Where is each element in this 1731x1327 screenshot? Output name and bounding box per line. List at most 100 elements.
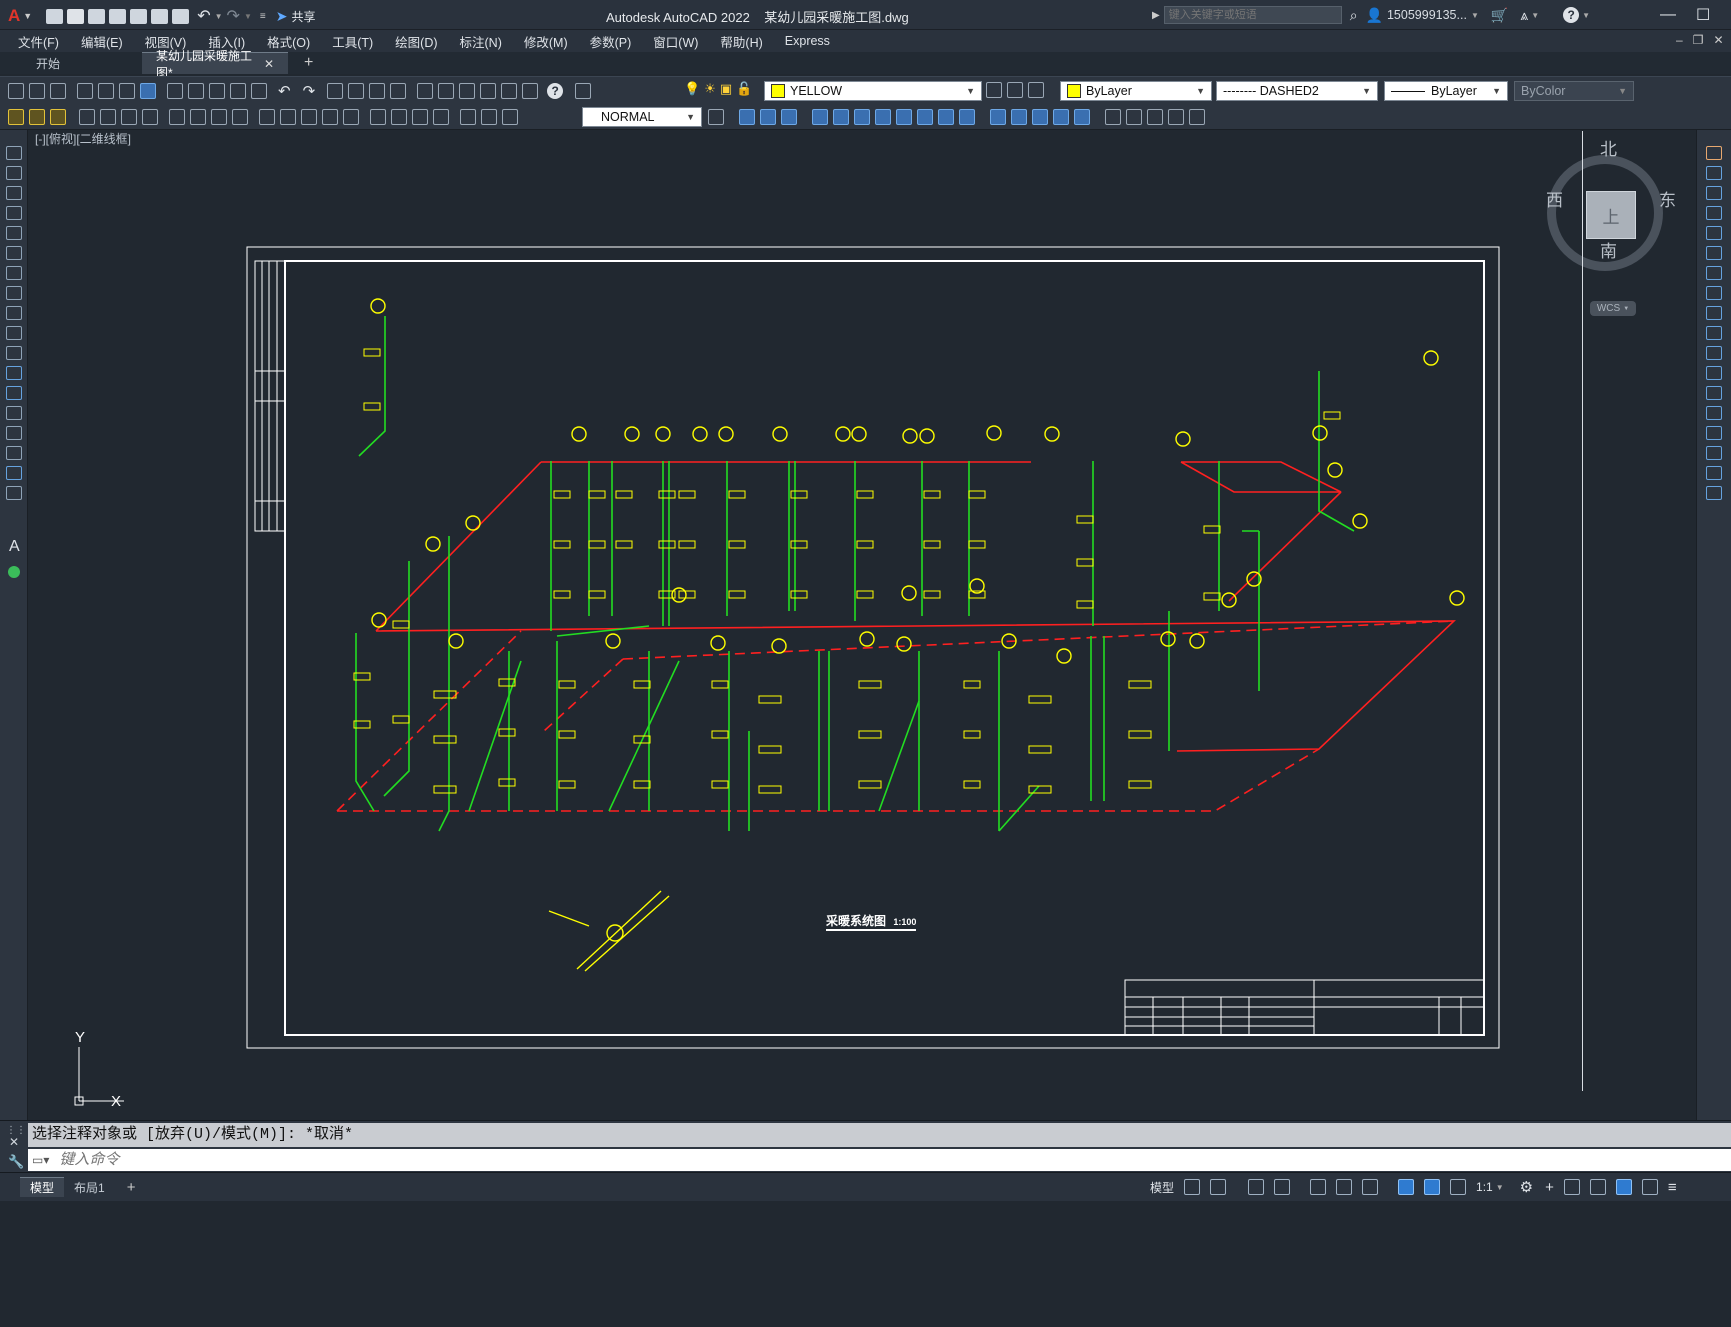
join-icon[interactable]: [1706, 406, 1722, 420]
autocad-logo[interactable]: A: [8, 6, 20, 26]
hatch-icon[interactable]: [5, 426, 22, 440]
zoom-previous-icon[interactable]: [390, 83, 407, 99]
help-icon[interactable]: ?: [1563, 7, 1580, 23]
radius-icon[interactable]: [169, 109, 185, 125]
layer-lock-icon[interactable]: 🔓: [736, 81, 752, 97]
calculator-icon[interactable]: [522, 83, 539, 99]
undo-icon[interactable]: ↶: [197, 6, 210, 26]
redo-chevron-icon[interactable]: ▼: [244, 12, 252, 21]
make-block-icon[interactable]: [1126, 109, 1142, 125]
open-web-icon[interactable]: [130, 8, 148, 24]
break-at-point-icon[interactable]: [1706, 366, 1722, 380]
menu-edit[interactable]: 编辑(E): [81, 32, 123, 51]
auto-scale-icon[interactable]: [1450, 1179, 1467, 1195]
grid-icon[interactable]: [1184, 1179, 1201, 1195]
table-icon[interactable]: [5, 486, 22, 500]
erase-icon[interactable]: [812, 109, 828, 125]
menu-help[interactable]: 帮助(H): [720, 32, 762, 51]
break-icon[interactable]: [343, 109, 359, 125]
jogged-icon[interactable]: [190, 109, 206, 125]
new-tab-icon[interactable]: +: [304, 54, 313, 72]
copy-icon[interactable]: [188, 83, 204, 99]
dimstyle-dropdown[interactable]: NORMAL ▼: [582, 107, 702, 127]
command-close-icon[interactable]: ✕: [9, 1135, 19, 1149]
mirror-icon[interactable]: [854, 109, 870, 125]
plot-icon[interactable]: [172, 8, 190, 24]
continue-icon[interactable]: [301, 109, 317, 125]
construction-line-icon[interactable]: [5, 166, 22, 180]
zoom-realtime-icon[interactable]: [348, 83, 365, 99]
diameter-icon[interactable]: [211, 109, 227, 125]
tool-palettes-icon[interactable]: [459, 83, 476, 99]
paste-icon[interactable]: [209, 83, 225, 99]
open-icon[interactable]: [67, 8, 85, 24]
explode-icon[interactable]: [1706, 486, 1722, 500]
layer-dropdown[interactable]: YELLOW ▼: [764, 81, 982, 101]
baseline-icon[interactable]: [280, 109, 296, 125]
app-menu-chevron-icon[interactable]: ▼: [23, 11, 32, 21]
close-tab-icon[interactable]: ✕: [264, 57, 274, 71]
lineweight-dropdown[interactable]: ByLayer ▼: [1384, 81, 1508, 101]
copy-icon[interactable]: [1706, 166, 1722, 180]
annotation-icon[interactable]: [8, 109, 24, 125]
color-dropdown[interactable]: ByLayer ▼: [1060, 81, 1212, 101]
isodraft-icon[interactable]: [1310, 1179, 1327, 1195]
polyline-icon[interactable]: [5, 186, 22, 200]
cut-icon[interactable]: [167, 83, 183, 99]
workspace-gear-icon[interactable]: ⚙: [1520, 1178, 1533, 1196]
ortho-icon[interactable]: [1248, 1179, 1265, 1195]
add-selected-icon[interactable]: [8, 566, 20, 578]
aligned-dimension-icon[interactable]: [100, 109, 116, 125]
angular-icon[interactable]: [232, 109, 248, 125]
chamfer-icon[interactable]: [1706, 426, 1722, 440]
jogged-linear-icon[interactable]: [433, 109, 449, 125]
menu-tools[interactable]: 工具(T): [332, 32, 373, 51]
cart-icon[interactable]: 🛒: [1491, 7, 1508, 24]
ellipse-icon[interactable]: [5, 326, 22, 340]
fillet-icon[interactable]: [1706, 446, 1722, 460]
polygon-icon[interactable]: [5, 206, 22, 220]
block-editor-icon[interactable]: [251, 83, 267, 99]
extend-icon[interactable]: [1706, 346, 1722, 360]
layer-thaw-icon[interactable]: ☀: [704, 81, 716, 97]
graphics-performance-icon[interactable]: [1615, 1179, 1632, 1195]
help-chevron-icon[interactable]: ▼: [1582, 11, 1590, 20]
qnew-icon[interactable]: [46, 8, 64, 24]
rotate-icon[interactable]: [938, 109, 954, 125]
region-icon[interactable]: [5, 466, 22, 480]
sheet-set-icon[interactable]: [480, 83, 497, 99]
help-icon[interactable]: ?: [547, 83, 564, 99]
hatch-icon[interactable]: [1168, 109, 1184, 125]
copy-object-icon[interactable]: [833, 109, 849, 125]
spline-icon[interactable]: [5, 306, 22, 320]
design-center-icon[interactable]: [438, 83, 455, 99]
quick-properties-icon[interactable]: [1589, 1179, 1606, 1195]
annotation-visibility-icon[interactable]: [1424, 1179, 1441, 1195]
autodesk-app-icon[interactable]: ⩓: [1520, 7, 1528, 24]
rectangle-icon[interactable]: [5, 226, 22, 240]
command-input[interactable]: [57, 1149, 1662, 1171]
drawing-canvas[interactable]: [-][俯视][二维线框] 上 北 南 西 东 WCS ▼ Y X 采暖系统图 …: [29, 131, 1695, 1120]
insert-block-icon[interactable]: [1105, 109, 1121, 125]
tab-drawing[interactable]: 某幼儿园采暖施工图* ✕: [142, 49, 288, 80]
menu-file[interactable]: 文件(F): [18, 32, 59, 51]
break-at-point-icon[interactable]: [1053, 109, 1069, 125]
ellipse-arc-icon[interactable]: [5, 346, 22, 360]
blend-icon[interactable]: [1706, 466, 1722, 480]
join-icon[interactable]: [1074, 109, 1090, 125]
dim-update-icon[interactable]: [502, 109, 518, 125]
table-icon[interactable]: [29, 109, 45, 125]
offset-icon[interactable]: [1706, 206, 1722, 220]
menu-modify[interactable]: 修改(M): [524, 32, 568, 51]
gradient-icon[interactable]: [1189, 109, 1205, 125]
mirror-icon[interactable]: [1706, 186, 1722, 200]
inspection-icon[interactable]: [412, 109, 428, 125]
array-icon[interactable]: [1706, 226, 1722, 240]
layer-on-icon[interactable]: 💡: [684, 81, 700, 97]
lineweight-icon[interactable]: [1398, 1179, 1415, 1195]
gradient-icon[interactable]: [5, 446, 22, 460]
open-icon[interactable]: [29, 83, 45, 99]
linetype-dropdown[interactable]: -------- DASHED2 ▼: [1216, 81, 1378, 101]
3d-print-icon[interactable]: [140, 83, 156, 99]
mleader-icon[interactable]: [50, 109, 66, 125]
